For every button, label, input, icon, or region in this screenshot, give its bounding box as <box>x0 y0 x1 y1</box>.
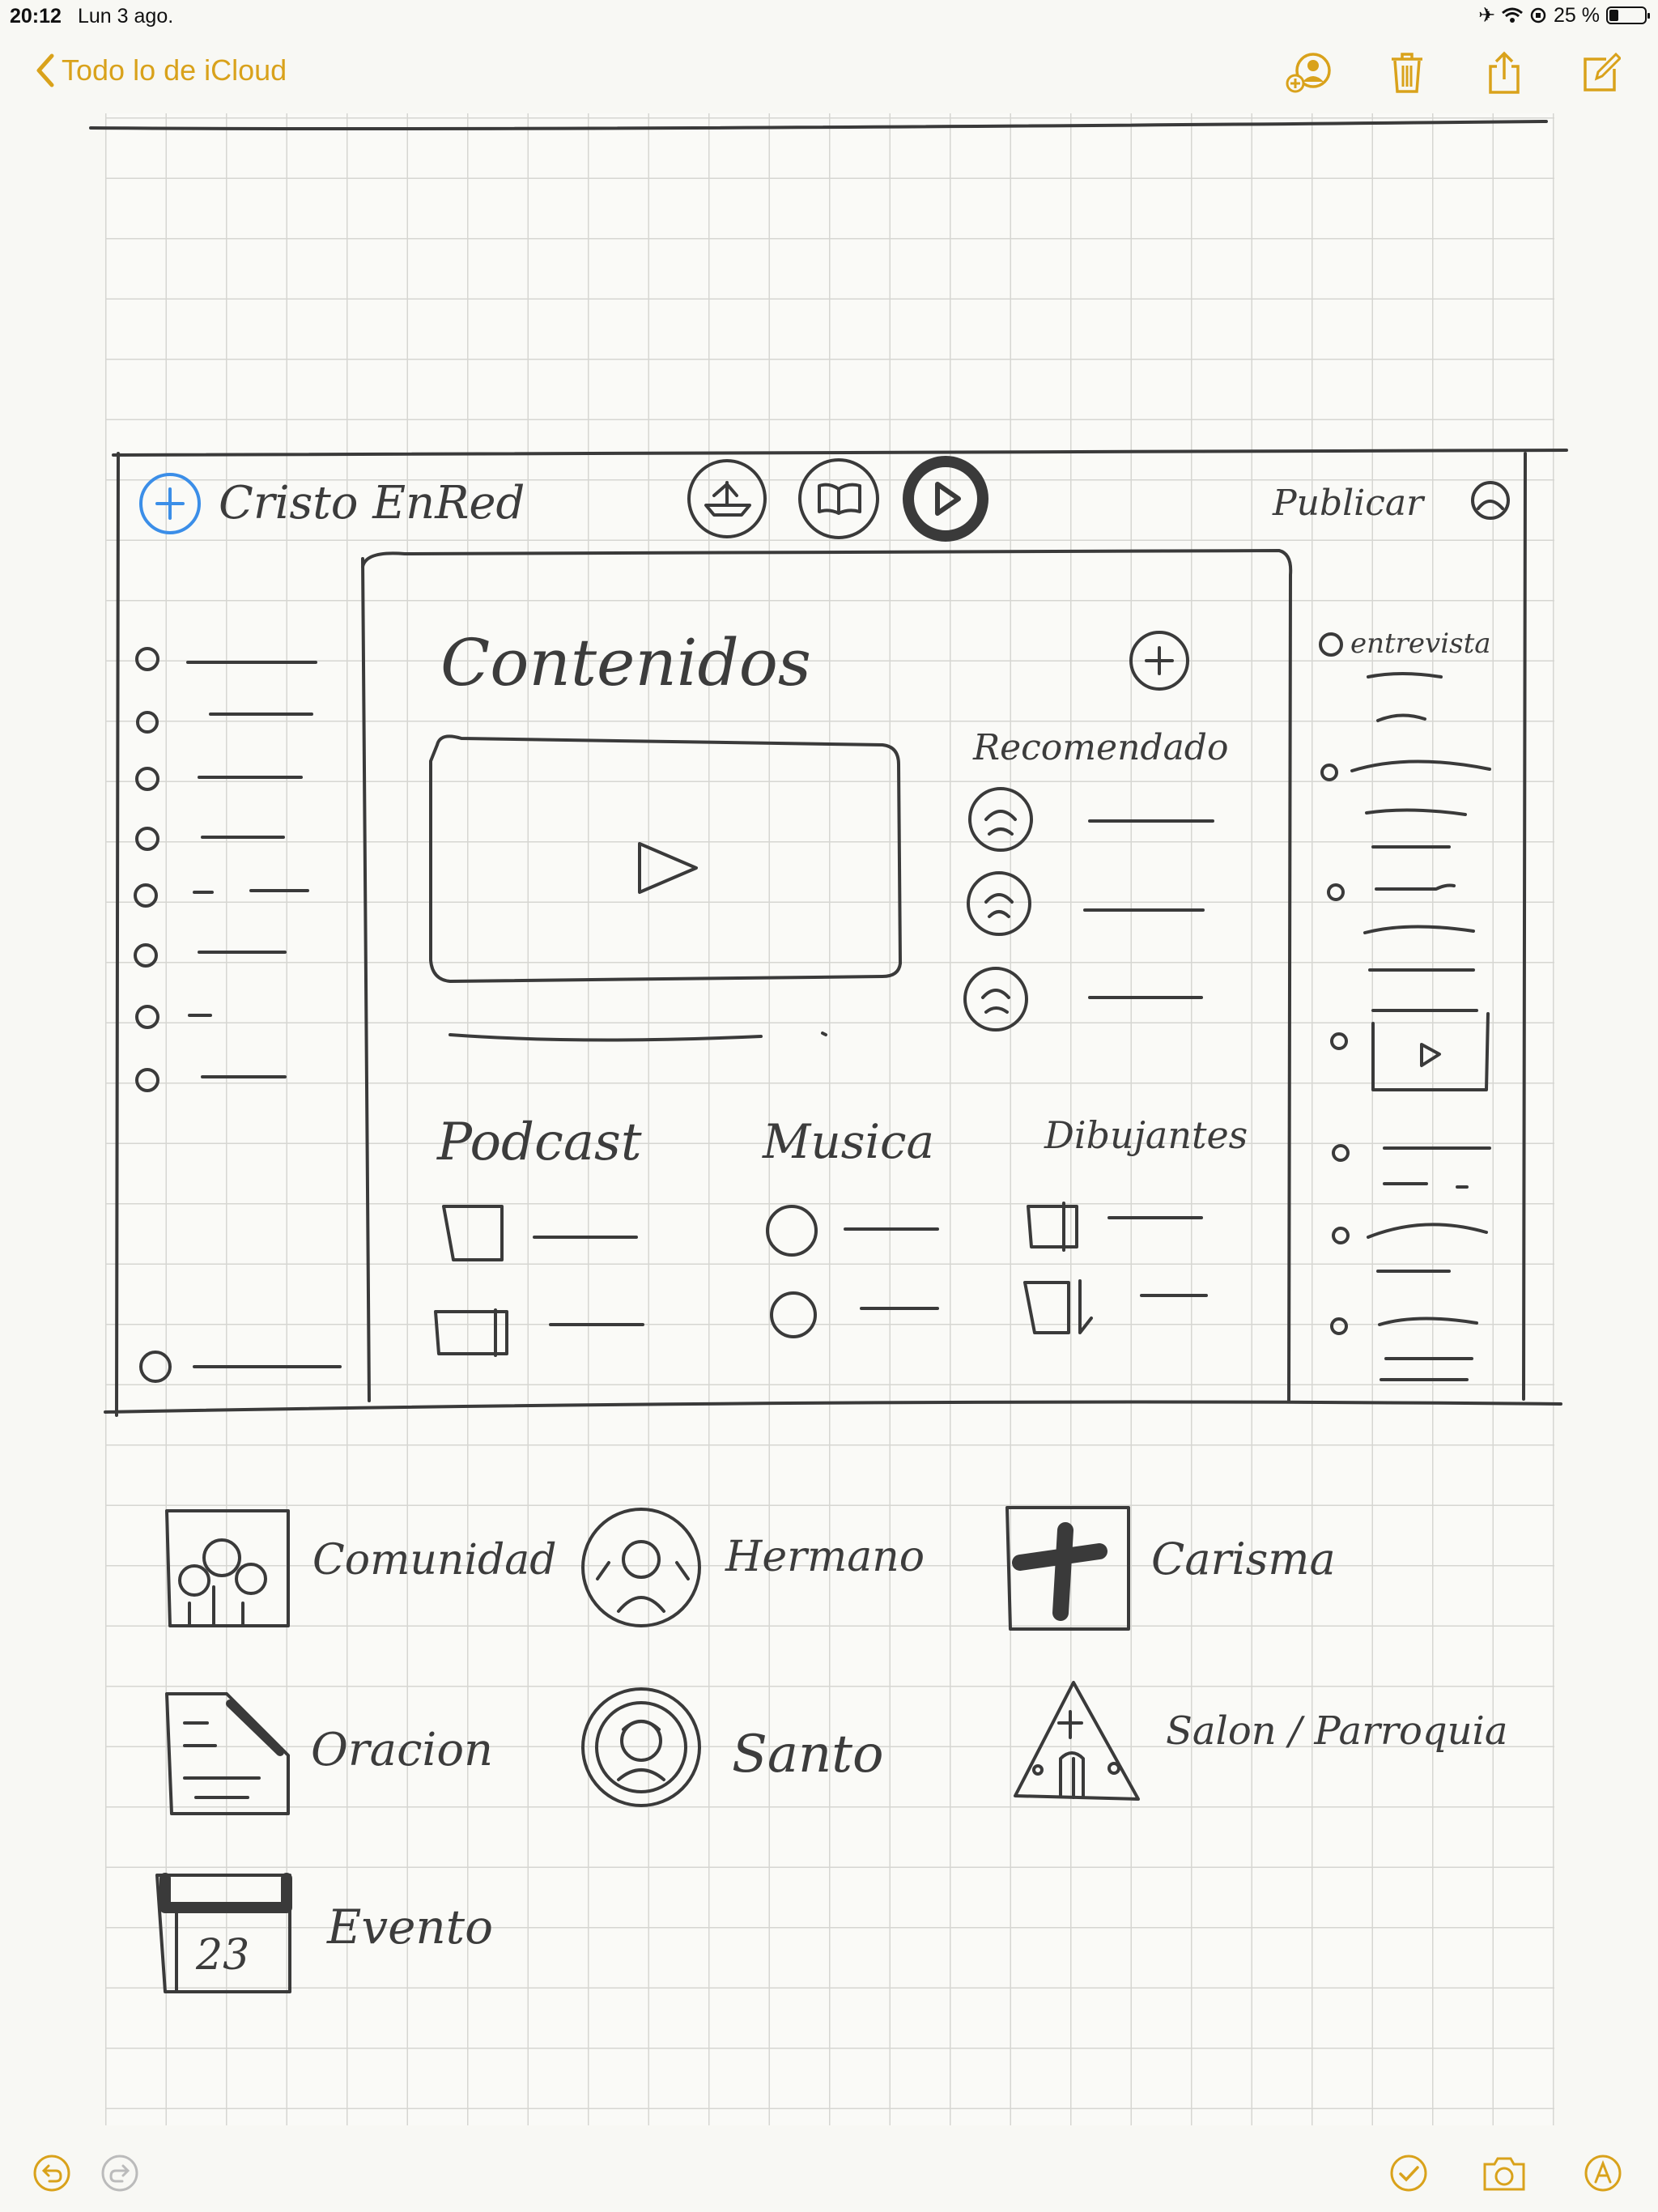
legend-prayer: Oracion <box>311 1724 493 1776</box>
main-title: Contenidos <box>440 625 811 700</box>
app-title: Cristo EnRed <box>219 477 525 530</box>
legend-community: Comunidad <box>312 1536 557 1585</box>
music-item-icon <box>770 1291 817 1338</box>
section-podcast: Podcast <box>436 1112 642 1172</box>
sidebar-items <box>134 647 342 1383</box>
section-drawings: Dibujantes <box>1044 1113 1248 1157</box>
podcast-item-icon <box>434 1308 508 1357</box>
markup-button[interactable] <box>1580 2150 1626 2196</box>
music-item-icon <box>766 1205 818 1257</box>
parish-icon <box>1014 1681 1140 1801</box>
section-music: Musica <box>762 1114 934 1169</box>
outer-frame <box>104 449 1568 1417</box>
drawing-item-icon <box>1027 1202 1078 1252</box>
undo-icon <box>33 2155 70 2192</box>
recommended-avatar-icon <box>968 787 1033 852</box>
brother-icon <box>581 1508 701 1627</box>
sketch-drawing: Cristo EnRed Publicar Contenidos Recomen… <box>89 120 1568 1993</box>
cross-icon <box>1005 1506 1130 1631</box>
legend-event: Evento <box>326 1899 493 1955</box>
video-play-icon <box>638 842 698 894</box>
right-video-thumb <box>1371 1012 1490 1091</box>
right-panel <box>1319 632 1491 1381</box>
legend-brother: Hermano <box>725 1533 925 1581</box>
podcast-item-icon <box>442 1205 504 1261</box>
checklist-button[interactable] <box>1386 2150 1431 2196</box>
legend-saint: Santo <box>732 1725 883 1784</box>
recommended-title: Recomendado <box>972 727 1228 768</box>
publish-label: Publicar <box>1272 483 1426 524</box>
legend-charisma: Carisma <box>1151 1534 1336 1585</box>
top-line <box>89 120 1548 130</box>
saint-icon <box>581 1687 701 1807</box>
legend-parish: Salon / Parroquia <box>1166 1708 1508 1754</box>
calendar-day: 23 <box>195 1931 249 1980</box>
redo-icon <box>101 2155 138 2192</box>
community-icon <box>165 1509 290 1627</box>
markup-icon <box>1584 2155 1622 2192</box>
camera-icon <box>1483 2157 1525 2191</box>
video-player <box>429 734 902 983</box>
redo-button[interactable] <box>97 2150 142 2196</box>
drawing-item-icon <box>1023 1279 1093 1334</box>
play-icon <box>903 456 988 542</box>
recommended-avatar-icon <box>963 967 1028 1032</box>
bottom-toolbar <box>0 2131 1658 2212</box>
checklist-icon <box>1390 2155 1427 2192</box>
undo-button[interactable] <box>29 2150 74 2196</box>
recommended-avatar-icon <box>967 871 1031 936</box>
right-panel-label: entrevista <box>1350 627 1491 660</box>
camera-button[interactable] <box>1482 2150 1527 2196</box>
prayer-document-icon <box>165 1692 290 1815</box>
